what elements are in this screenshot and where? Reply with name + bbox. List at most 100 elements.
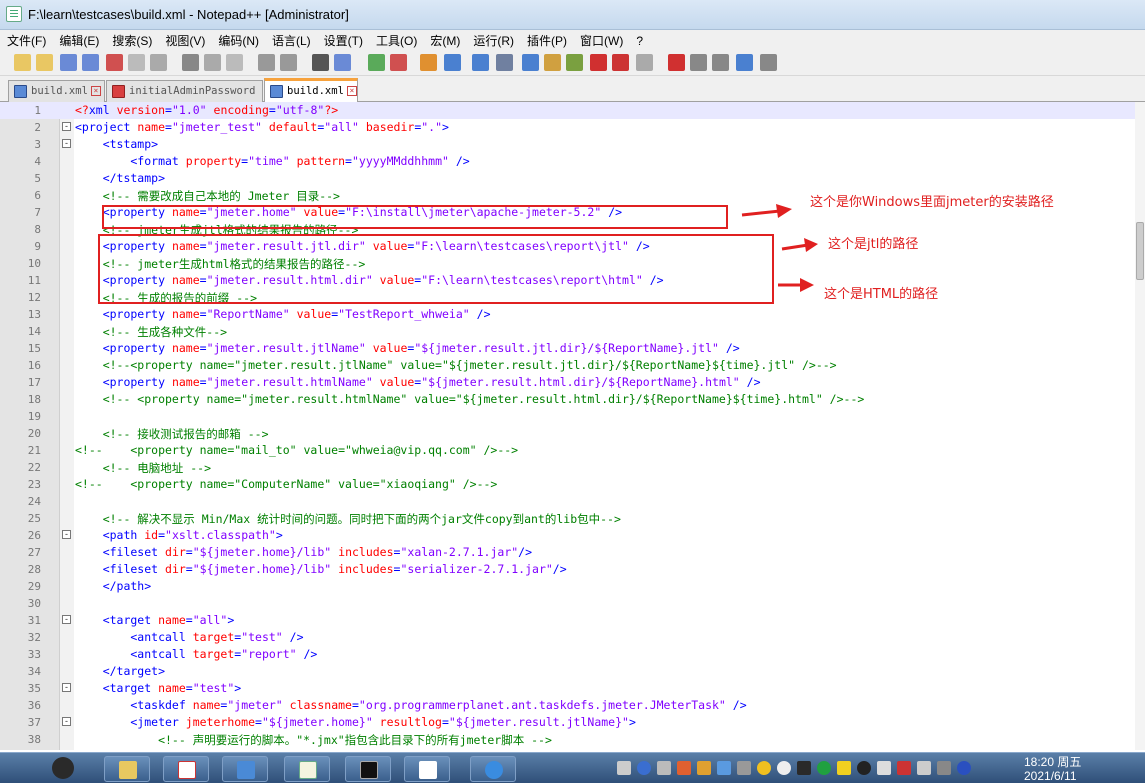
fold-toggle-icon[interactable]: - (62, 530, 71, 539)
toolbar-button-icon[interactable] (258, 54, 275, 71)
toolbar-button-icon[interactable] (334, 54, 351, 71)
toolbar-button-icon[interactable] (522, 54, 539, 71)
toolbar-button-icon[interactable] (14, 54, 31, 71)
code-line[interactable]: 25 <!-- 解决不显示 Min/Max 统计时间的问题。同时把下面的两个ja… (0, 510, 1135, 527)
code-line[interactable]: 32 <antcall target="test" /> (0, 629, 1135, 646)
clock[interactable]: 18:20 周五 2021/6/11 (1024, 755, 1081, 783)
toolbar-button-icon[interactable] (36, 54, 53, 71)
code-line[interactable]: 14 <!-- 生成各种文件--> (0, 323, 1135, 340)
code-line[interactable]: 30 (0, 595, 1135, 612)
qq-icon[interactable] (857, 761, 871, 775)
vertical-scrollbar[interactable] (1135, 102, 1145, 750)
tray-icon[interactable] (797, 761, 811, 775)
fold-toggle-icon[interactable]: - (62, 683, 71, 692)
toolbar-button-icon[interactable] (472, 54, 489, 71)
toolbar-button-icon[interactable] (690, 54, 707, 71)
toolbar-button-icon[interactable] (496, 54, 513, 71)
toolbar-button-icon[interactable] (312, 54, 329, 71)
code-line[interactable]: 18 <!-- <property name="jmeter.result.ht… (0, 391, 1135, 408)
tray-icon[interactable] (737, 761, 751, 775)
toolbar-button-icon[interactable] (636, 54, 653, 71)
toolbar-button-icon[interactable] (566, 54, 583, 71)
close-icon[interactable]: × (90, 86, 101, 96)
toolbar-button-icon[interactable] (736, 54, 753, 71)
toolbar-button-icon[interactable] (420, 54, 437, 71)
code-line[interactable]: 22 <!-- 电脑地址 --> (0, 459, 1135, 476)
code-line[interactable]: 2 - <project name="jmeter_test" default="a… (0, 119, 1135, 136)
code-line[interactable]: 35 - <target name="test"> (0, 680, 1135, 697)
toolbar-button-icon[interactable] (280, 54, 297, 71)
code-line[interactable]: 17 <property name="jmeter.result.htmlNam… (0, 374, 1135, 391)
menu-item-12[interactable]: ? (629, 32, 649, 52)
code-line[interactable]: 34 </target> (0, 663, 1135, 680)
toolbar-button-icon[interactable] (368, 54, 385, 71)
explorer-button[interactable] (104, 756, 150, 782)
toolbar-button-icon[interactable] (544, 54, 561, 71)
code-line[interactable]: 29 </path> (0, 578, 1135, 595)
menu-item-0[interactable]: 文件(F) (0, 30, 52, 50)
toolbar-button-icon[interactable] (590, 54, 607, 71)
toolbar-button-icon[interactable] (82, 54, 99, 71)
fold-toggle-icon[interactable]: - (62, 615, 71, 624)
tray-icon[interactable] (697, 761, 711, 775)
menu-item-6[interactable]: 设置(T) (317, 30, 369, 50)
code-line[interactable]: 4 <format property="time" pattern="yyyyM… (0, 153, 1135, 170)
tray-icon[interactable] (717, 761, 731, 775)
fold-toggle-icon[interactable]: - (62, 122, 71, 131)
code-line[interactable]: 37 - <jmeter jmeterhome="${jmeter.home}" … (0, 714, 1135, 731)
toolbar-button-icon[interactable] (150, 54, 167, 71)
tab-initial-admin-password[interactable]: initialAdminPassword (106, 80, 263, 102)
scrollbar-thumb[interactable] (1136, 222, 1144, 280)
menu-item-5[interactable]: 语言(L) (265, 30, 317, 50)
fold-toggle-icon[interactable]: - (62, 717, 71, 726)
java-button[interactable] (404, 756, 450, 782)
toolbar-button-icon[interactable] (444, 54, 461, 71)
code-line[interactable]: 31 - <target name="all"> (0, 612, 1135, 629)
vnc-tray-icon[interactable] (897, 761, 911, 775)
code-line[interactable]: 23 <!-- <property name="ComputerName" val… (0, 476, 1135, 493)
menu-item-11[interactable]: 窗口(W) (573, 30, 629, 50)
menu-item-10[interactable]: 插件(P) (520, 30, 573, 50)
code-line[interactable]: 20 <!-- 接收测试报告的邮箱 --> (0, 425, 1135, 442)
toolbar-button-icon[interactable] (60, 54, 77, 71)
code-line[interactable]: 36 <taskdef name="jmeter" classname="org… (0, 697, 1135, 714)
code-line[interactable]: 28 <fileset dir="${jmeter.home}/lib" inc… (0, 561, 1135, 578)
code-line[interactable]: 21 <!-- <property name="mail_to" value="w… (0, 442, 1135, 459)
code-line[interactable]: 24 (0, 493, 1135, 510)
toolbar-button-icon[interactable] (712, 54, 729, 71)
code-line[interactable]: 38 <!-- 声明要运行的脚本。"*.jmx"指包含此目录下的所有jmeter… (0, 731, 1135, 748)
code-line[interactable]: 1 <?xml version="1.0" encoding="utf-8"?> (0, 102, 1135, 119)
code-line[interactable]: 33 <antcall target="report" /> (0, 646, 1135, 663)
code-line[interactable]: 5 </tstamp> (0, 170, 1135, 187)
toolbar-button-icon[interactable] (182, 54, 199, 71)
menu-item-9[interactable]: 运行(R) (466, 30, 520, 50)
code-line[interactable]: 16 <!--<property name="jmeter.result.jtl… (0, 357, 1135, 374)
toolbar-button-icon[interactable] (106, 54, 123, 71)
code-line[interactable]: 13 <property name="ReportName" value="Te… (0, 306, 1135, 323)
menu-item-7[interactable]: 工具(O) (369, 30, 423, 50)
code-line[interactable]: 26 - <path id="xslt.classpath"> (0, 527, 1135, 544)
code-line[interactable]: 19 (0, 408, 1135, 425)
toolbar-button-icon[interactable] (612, 54, 629, 71)
user-avatar[interactable] (40, 756, 86, 782)
tray-icon[interactable] (777, 761, 791, 775)
close-icon[interactable]: × (346, 86, 357, 96)
ie-button[interactable] (470, 756, 516, 782)
vnc-button[interactable] (163, 756, 209, 782)
code-line[interactable]: 27 <fileset dir="${jmeter.home}/lib" inc… (0, 544, 1135, 561)
code-line[interactable]: 15 <property name="jmeter.result.jtlName… (0, 340, 1135, 357)
tab-build-xml-1[interactable]: build.xml × (8, 80, 105, 102)
fold-toggle-icon[interactable]: - (62, 139, 71, 148)
menu-item-4[interactable]: 编码(N) (211, 30, 265, 50)
notepadpp-taskbar-button[interactable] (284, 756, 330, 782)
toolbar-button-icon[interactable] (128, 54, 145, 71)
remote-desktop-button[interactable] (222, 756, 268, 782)
tray-icon[interactable] (837, 761, 851, 775)
toolbar-button-icon[interactable] (668, 54, 685, 71)
toolbar-button-icon[interactable] (226, 54, 243, 71)
menu-item-8[interactable]: 宏(M) (423, 30, 466, 50)
tray-icon[interactable] (657, 761, 671, 775)
cmd-button[interactable] (345, 756, 391, 782)
volume-icon[interactable] (937, 761, 951, 775)
keyboard-icon[interactable] (617, 761, 631, 775)
